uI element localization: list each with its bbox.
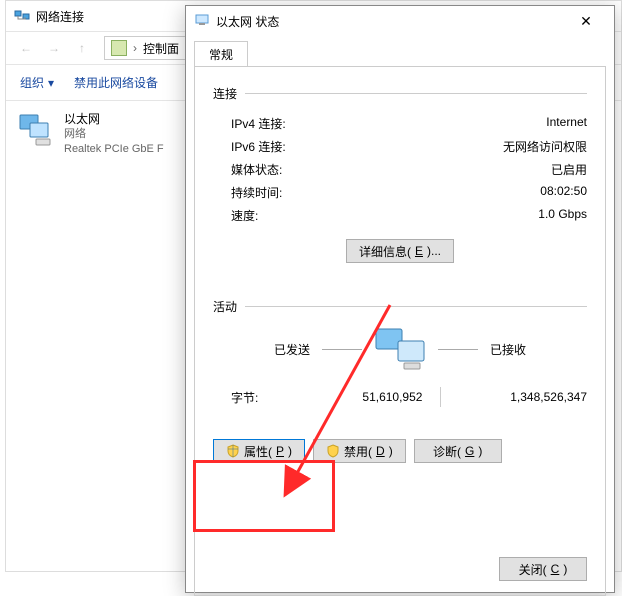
received-label: 已接收 bbox=[490, 341, 526, 358]
tab-general[interactable]: 常规 bbox=[194, 41, 248, 67]
forward-button[interactable]: → bbox=[42, 36, 66, 60]
shield-icon bbox=[226, 444, 240, 458]
sent-label: 已发送 bbox=[274, 341, 310, 358]
ethernet-status-dialog: 以太网 状态 ✕ 常规 连接 IPv4 连接: Internet IPv6 连接… bbox=[185, 5, 615, 593]
properties-button[interactable]: 属性(P) bbox=[213, 439, 305, 463]
close-icon[interactable]: ✕ bbox=[566, 7, 606, 35]
back-button[interactable]: ← bbox=[14, 36, 38, 60]
dialog-titlebar: 以太网 状态 ✕ bbox=[186, 6, 614, 36]
details-button[interactable]: 详细信息(E)... bbox=[346, 239, 454, 263]
bytes-row: 字节: 51,610,952 1,348,526,347 bbox=[213, 383, 587, 411]
control-panel-icon bbox=[111, 40, 127, 56]
tabstrip: 常规 bbox=[186, 36, 614, 66]
sent-bytes: 51,610,952 bbox=[313, 390, 422, 404]
adapter-item-ethernet[interactable]: 以太网 网络 Realtek PCIe GbE F bbox=[12, 107, 182, 161]
disable-device-button[interactable]: 禁用此网络设备 bbox=[74, 74, 158, 91]
up-button[interactable]: ↑ bbox=[70, 36, 94, 60]
row-ipv6: IPv6 连接: 无网络访问权限 bbox=[213, 135, 587, 158]
tab-content: 连接 IPv4 连接: Internet IPv6 连接: 无网络访问权限 媒体… bbox=[194, 66, 606, 596]
adapter-status: 网络 bbox=[64, 127, 164, 142]
network-connections-icon bbox=[14, 8, 30, 24]
adapter-name: 以太网 bbox=[64, 111, 164, 127]
row-ipv4: IPv4 连接: Internet bbox=[213, 112, 587, 135]
nav-arrows: ← → ↑ bbox=[14, 36, 94, 60]
row-media: 媒体状态: 已启用 bbox=[213, 158, 587, 181]
organize-menu[interactable]: 组织 ▾ bbox=[20, 74, 54, 91]
row-duration: 持续时间: 08:02:50 bbox=[213, 181, 587, 204]
row-speed: 速度: 1.0 Gbps bbox=[213, 204, 587, 227]
dialog-title: 以太网 状态 bbox=[216, 13, 279, 30]
connection-group-label: 连接 bbox=[213, 85, 587, 102]
activity-monitors-icon bbox=[374, 327, 426, 371]
bg-title: 网络连接 bbox=[36, 8, 84, 25]
shield-icon bbox=[326, 444, 340, 458]
ethernet-icon bbox=[194, 12, 210, 31]
breadcrumb-text: 控制面 bbox=[143, 40, 179, 57]
activity-visual: 已发送 已接收 bbox=[213, 327, 587, 371]
chevron-down-icon: ▾ bbox=[48, 76, 54, 90]
recv-bytes: 1,348,526,347 bbox=[459, 390, 587, 404]
diagnose-button[interactable]: 诊断(G) bbox=[414, 439, 502, 463]
close-button[interactable]: 关闭(C) bbox=[499, 557, 587, 581]
adapter-device: Realtek PCIe GbE F bbox=[64, 142, 164, 157]
disable-button[interactable]: 禁用(D) bbox=[313, 439, 406, 463]
ethernet-adapter-icon bbox=[16, 111, 56, 157]
activity-group-label: 活动 bbox=[213, 298, 587, 315]
